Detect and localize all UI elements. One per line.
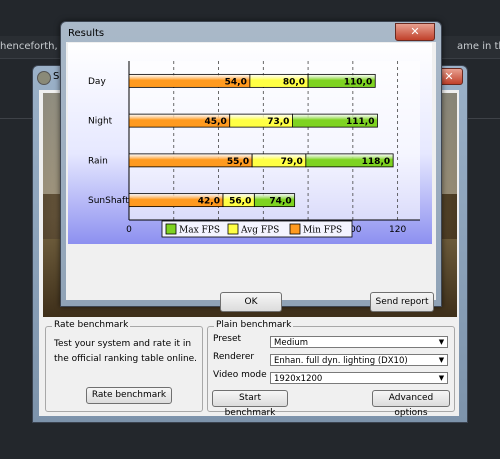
- data-label: 74,0: [269, 197, 291, 207]
- preset-value: Medium: [274, 338, 308, 348]
- video-mode-label: Video mode: [213, 370, 267, 380]
- benchmark-window-title: S: [53, 71, 60, 82]
- ok-button[interactable]: OK: [220, 292, 282, 312]
- video-mode-value: 1920x1200: [274, 374, 323, 384]
- legend-label-min: Min FPS: [303, 226, 342, 236]
- data-label: 42,0: [198, 197, 220, 207]
- chevron-down-icon: ▼: [438, 374, 445, 382]
- data-label: 54,0: [225, 77, 247, 87]
- fps-chart-panel: 020406080100120Day54,080,0110,0Night45,0…: [68, 43, 432, 244]
- data-label: 118,0: [362, 157, 390, 167]
- preset-label: Preset: [213, 334, 242, 344]
- results-dialog: Results ✕ 020406080100120Day54,080,0110,…: [60, 21, 442, 312]
- start-benchmark-button[interactable]: Start benchmark: [212, 390, 288, 418]
- data-label: 45,0: [205, 117, 227, 127]
- data-label: 110,0: [344, 77, 372, 87]
- video-mode-select[interactable]: 1920x1200 ▼: [270, 372, 448, 384]
- legend-label-avg: Avg FPS: [240, 226, 279, 236]
- legend-swatch-avg: [227, 223, 239, 235]
- close-icon[interactable]: ✕: [395, 23, 435, 41]
- data-label: 80,0: [283, 77, 305, 87]
- fps-bar-chart: 020406080100120Day54,080,0110,0Night45,0…: [88, 61, 420, 238]
- rate-benchmark-button[interactable]: Rate benchmark: [86, 387, 172, 404]
- category-label: Rain: [88, 156, 108, 166]
- plain-benchmark-group: Plain benchmark Preset Medium ▼ Renderer…: [207, 320, 455, 418]
- data-label: 56,0: [229, 197, 251, 207]
- preset-select[interactable]: Medium ▼: [270, 336, 448, 348]
- app-icon: [37, 71, 51, 85]
- category-label: Day: [88, 77, 106, 87]
- category-label: SunShafts: [88, 196, 134, 206]
- data-label: 73,0: [267, 117, 289, 127]
- chevron-down-icon: ▼: [438, 356, 445, 364]
- renderer-label: Renderer: [213, 352, 255, 362]
- rate-benchmark-description: Test your system and rate it in the offi…: [54, 339, 198, 364]
- background-text-left: henceforth,: [0, 41, 58, 52]
- background-text-right: ame in the: [457, 41, 500, 52]
- data-label: 79,0: [281, 157, 303, 167]
- renderer-select[interactable]: Enhan. full dyn. lighting (DX10) ▼: [270, 354, 448, 366]
- plain-benchmark-title: Plain benchmark: [214, 320, 294, 330]
- legend-swatch-min: [289, 223, 301, 235]
- legend-swatch-max: [165, 223, 177, 235]
- legend-label-max: Max FPS: [179, 226, 220, 236]
- renderer-value: Enhan. full dyn. lighting (DX10): [274, 356, 408, 366]
- results-title: Results: [68, 28, 105, 39]
- data-label: 55,0: [227, 157, 249, 167]
- advanced-options-button[interactable]: Advanced options: [372, 390, 450, 418]
- chevron-down-icon: ▼: [438, 338, 445, 346]
- rate-benchmark-title: Rate benchmark: [52, 320, 131, 330]
- rate-benchmark-group: Rate benchmark Test your system and rate…: [45, 320, 203, 412]
- send-report-button[interactable]: Send report: [370, 292, 434, 312]
- data-label: 111,0: [346, 117, 374, 127]
- results-client: 020406080100120Day54,080,0110,0Night45,0…: [66, 42, 436, 312]
- x-tick-label: 120: [389, 225, 406, 235]
- x-tick-label: 0: [126, 225, 132, 235]
- category-label: Night: [88, 117, 113, 127]
